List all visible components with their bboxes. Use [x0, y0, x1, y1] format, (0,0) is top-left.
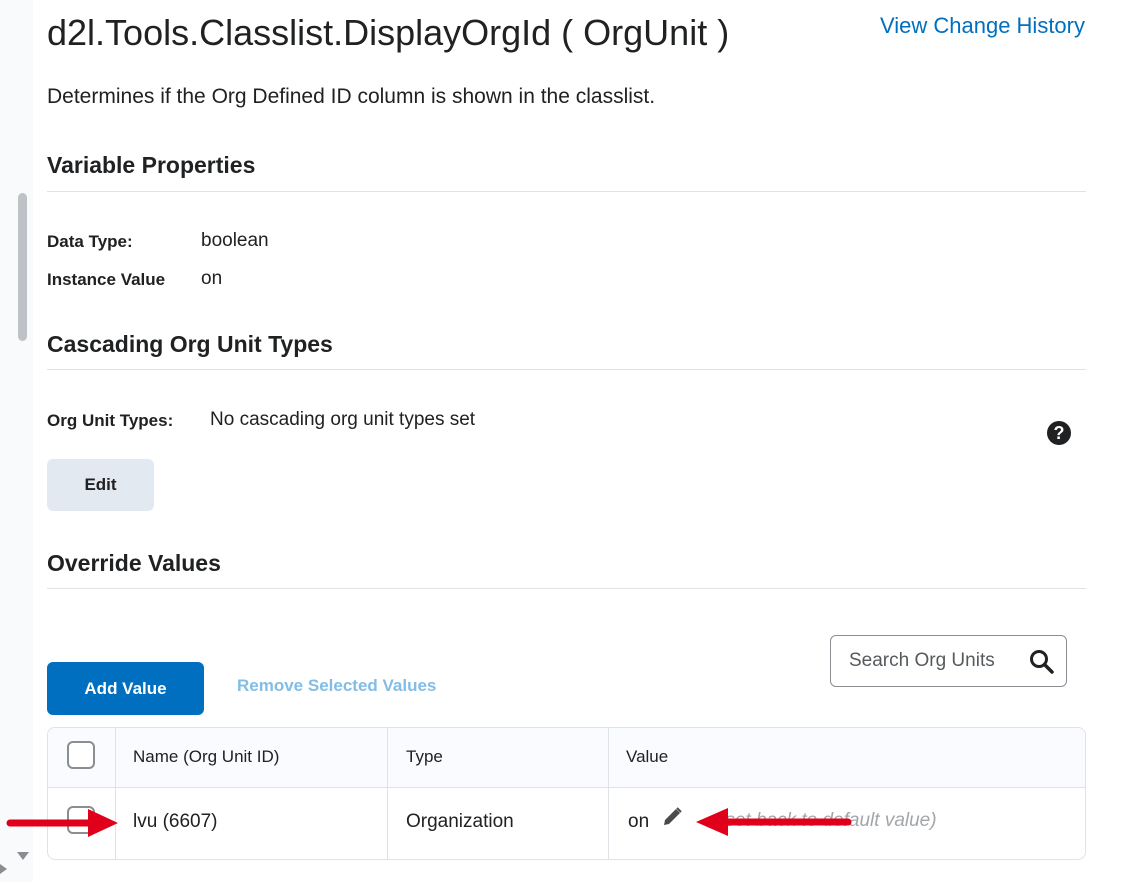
- annotation-arrow-right: [6, 809, 118, 837]
- search-icon[interactable]: [1029, 649, 1055, 675]
- cascading-org-unit-types-heading: Cascading Org Unit Types: [47, 331, 333, 357]
- instance-value: on: [201, 268, 223, 289]
- page-title: d2l.Tools.Classlist.DisplayOrgId ( OrgUn…: [47, 12, 730, 53]
- section-divider: [47, 191, 1086, 192]
- annotation-arrow-left: [696, 808, 852, 836]
- section-divider: [47, 369, 1086, 370]
- row-name: lvu (6607): [133, 811, 218, 832]
- column-header-value[interactable]: Value: [626, 747, 668, 767]
- expand-arrow-icon: [0, 864, 7, 874]
- org-unit-types-value: No cascading org unit types set: [210, 409, 476, 430]
- search-org-units-field[interactable]: Search Org Units: [830, 635, 1067, 687]
- data-type-label: Data Type:: [47, 232, 133, 251]
- pencil-edit-icon[interactable]: [661, 806, 683, 828]
- select-all-checkbox[interactable]: [67, 741, 95, 769]
- view-change-history-link[interactable]: View Change History: [880, 13, 1085, 39]
- edit-button[interactable]: Edit: [47, 459, 154, 511]
- scrollbar-thumb[interactable]: [18, 193, 27, 341]
- org-unit-types-label: Org Unit Types:: [47, 411, 174, 430]
- row-value: on: [628, 811, 650, 832]
- column-divider: [387, 728, 388, 859]
- instance-value-label: Instance Value: [47, 270, 166, 289]
- remove-selected-values-button[interactable]: Remove Selected Values: [237, 676, 436, 696]
- search-input[interactable]: Search Org Units: [849, 650, 995, 672]
- data-type-value: boolean: [201, 230, 269, 251]
- page-description: Determines if the Org Defined ID column …: [47, 85, 656, 108]
- override-values-table: Name (Org Unit ID) Type Value lvu (6607)…: [47, 727, 1086, 860]
- row-type: Organization: [406, 811, 514, 832]
- add-value-button[interactable]: Add Value: [47, 662, 204, 715]
- section-divider: [47, 588, 1086, 589]
- scroll-down-icon[interactable]: [17, 852, 29, 860]
- variable-properties-heading: Variable Properties: [47, 152, 256, 178]
- column-divider: [608, 728, 609, 859]
- column-header-name[interactable]: Name (Org Unit ID): [133, 747, 279, 767]
- column-header-type[interactable]: Type: [406, 747, 443, 767]
- help-icon[interactable]: ?: [1047, 421, 1071, 445]
- override-values-heading: Override Values: [47, 550, 221, 576]
- left-gutter: [0, 0, 33, 882]
